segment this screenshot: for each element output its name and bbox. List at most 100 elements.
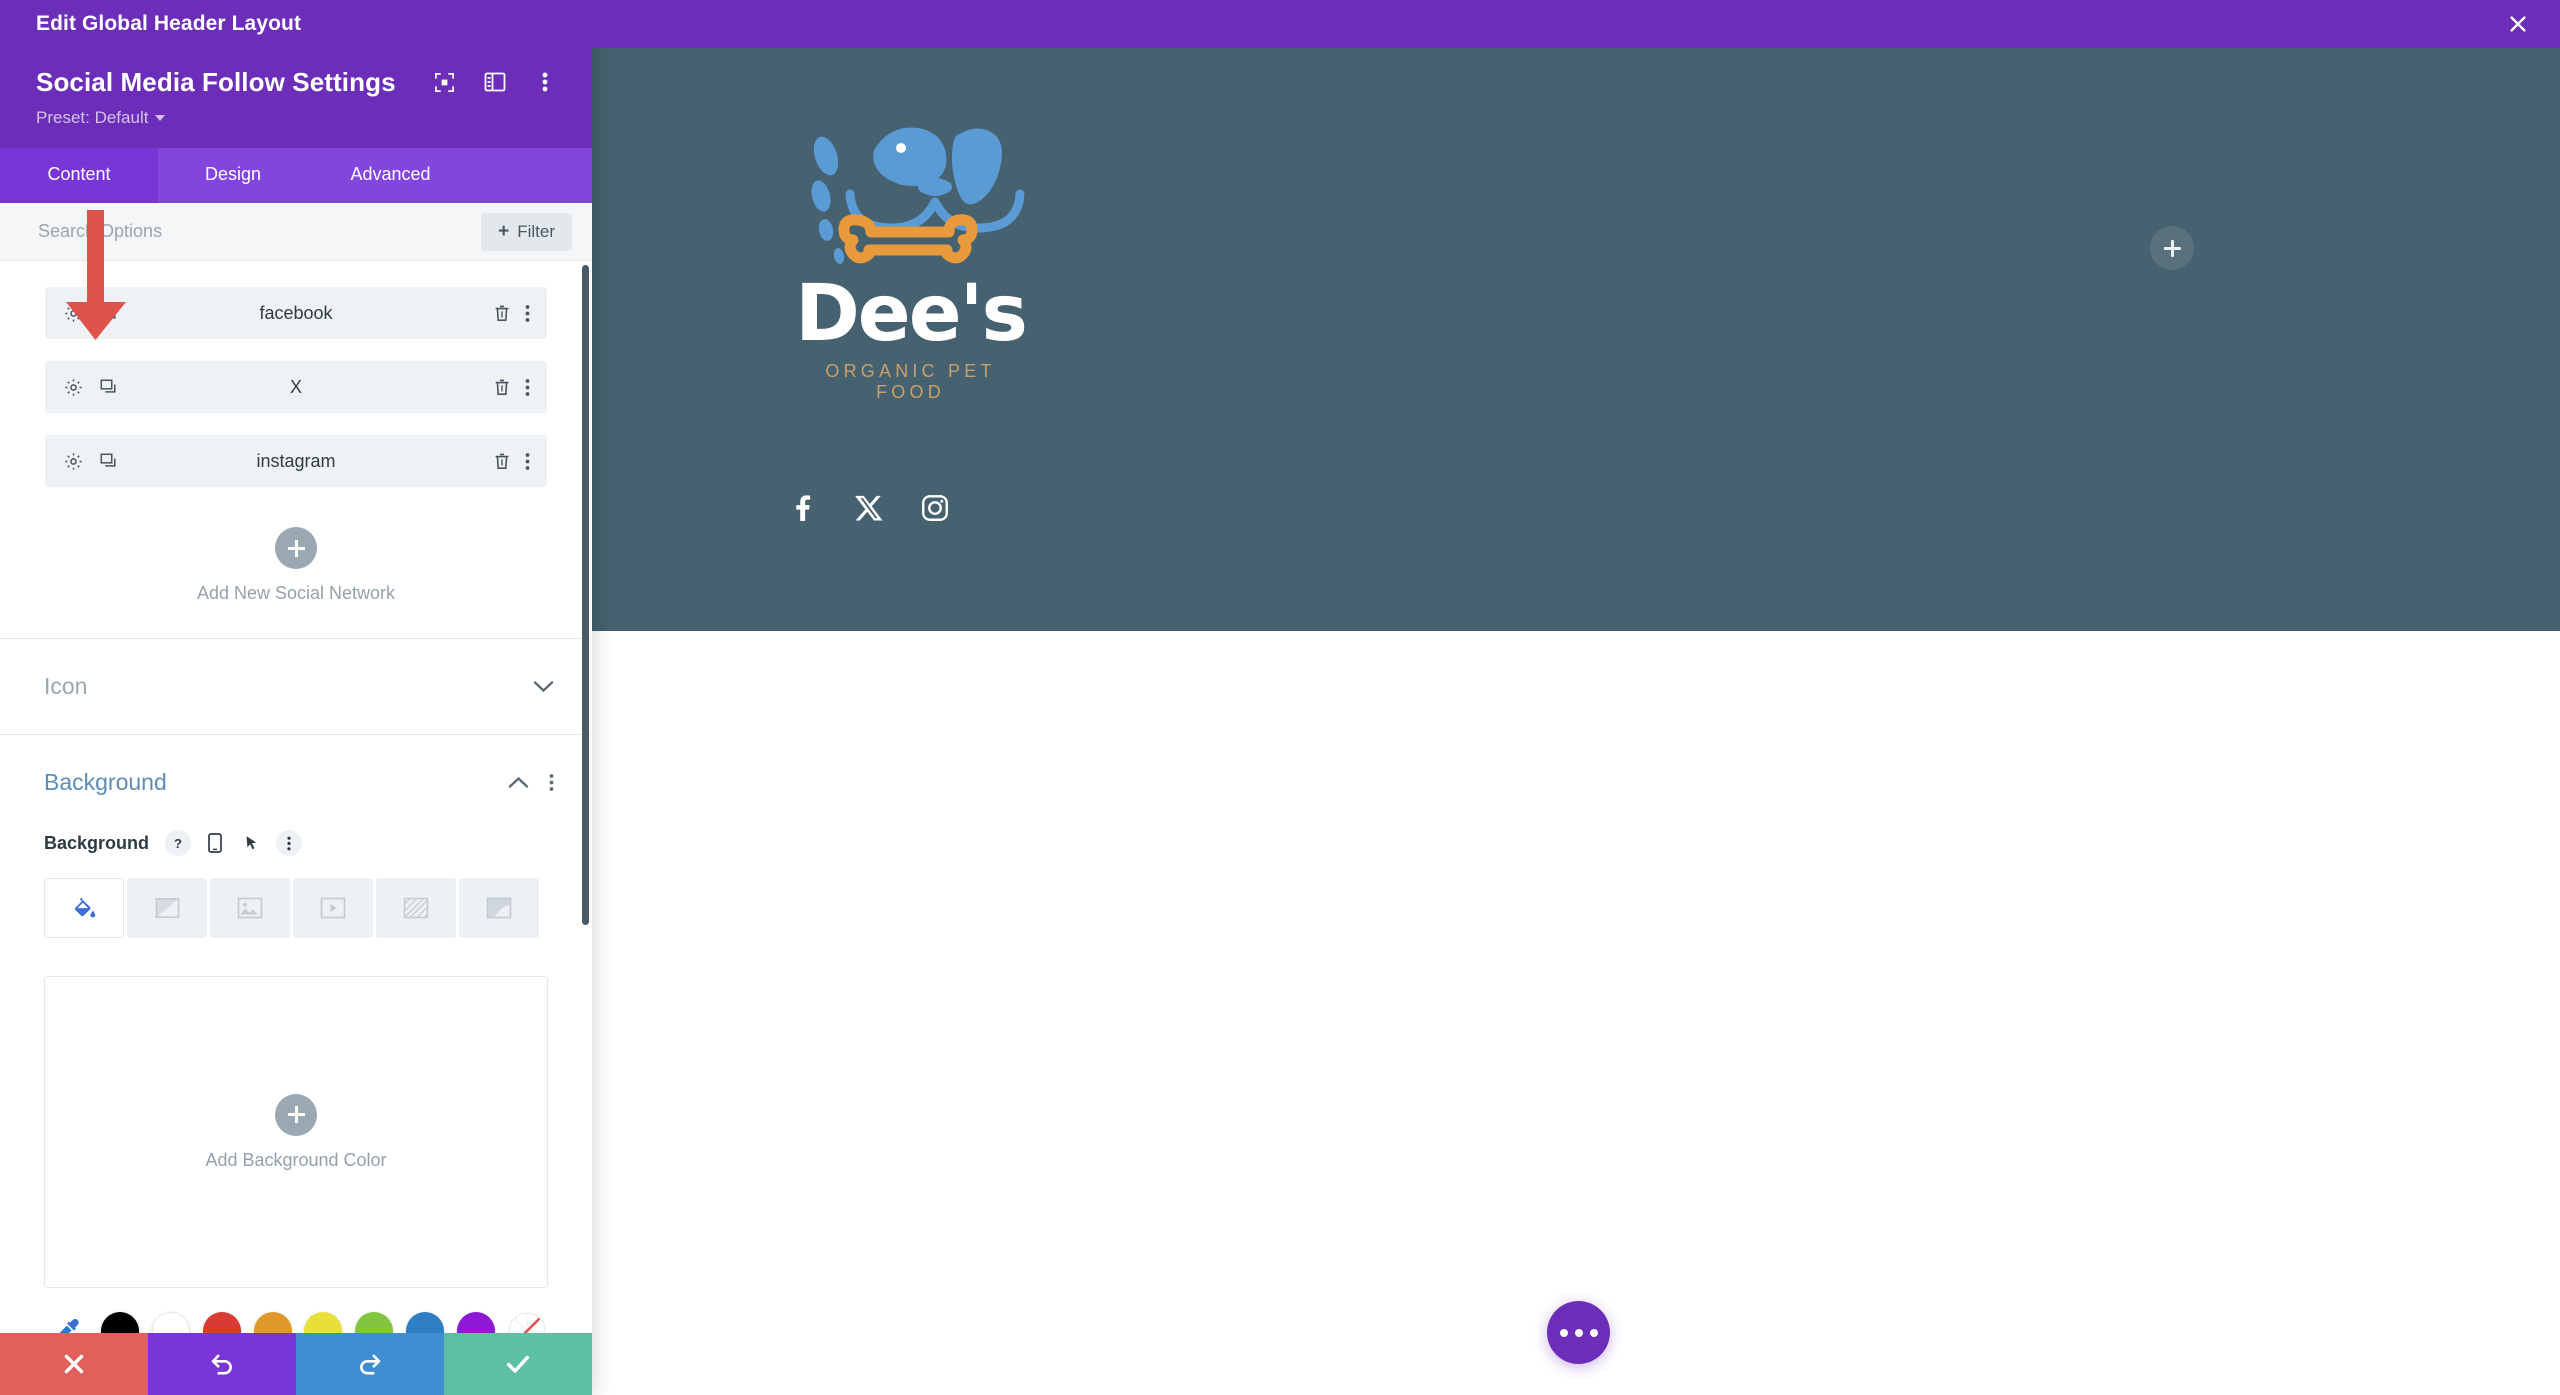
close-icon — [2510, 16, 2526, 32]
cancel-button[interactable] — [0, 1333, 148, 1395]
preset-selector[interactable]: Preset: Default — [36, 108, 166, 128]
add-background-color-box[interactable]: Add Background Color — [44, 976, 548, 1288]
site-logo: Dee's ORGANIC PET FOOD — [788, 108, 1033, 403]
panel-scrollbar[interactable] — [582, 265, 589, 925]
eyedropper-icon[interactable] — [55, 1317, 83, 1333]
section-title: Background — [44, 769, 167, 795]
hover-cursor-icon[interactable] — [239, 830, 265, 856]
page-title: Social Media Follow Settings — [36, 66, 396, 97]
kebab-menu-icon[interactable] — [525, 378, 530, 397]
background-pattern-tab[interactable] — [376, 878, 456, 938]
trash-icon[interactable] — [493, 304, 511, 323]
trash-icon[interactable] — [493, 452, 511, 471]
background-options: Background ? Add Background Color — [0, 830, 592, 1288]
save-button[interactable] — [444, 1333, 592, 1395]
global-layout-titlebar: Edit Global Header Layout — [0, 0, 592, 48]
help-icon[interactable]: ? — [165, 830, 192, 856]
swatch-green[interactable] — [355, 1312, 394, 1333]
swatch-red[interactable] — [202, 1312, 241, 1333]
duplicate-icon[interactable] — [99, 452, 118, 471]
tab-design[interactable]: Design — [158, 148, 308, 203]
section-title: Icon — [44, 673, 88, 699]
filter-button[interactable]: + Filter — [481, 212, 572, 251]
search-input[interactable] — [38, 221, 472, 242]
logo-wordmark: Dee's — [795, 269, 1028, 359]
swatch-yellow[interactable] — [304, 1312, 343, 1333]
settings-tabs: Content Design Advanced — [0, 148, 592, 203]
background-label: Background — [44, 832, 150, 853]
add-background-color-label: Add Background Color — [205, 1149, 387, 1170]
focus-mode-icon[interactable] — [420, 64, 470, 100]
background-gradient-tab[interactable] — [127, 878, 207, 938]
titlebar-title: Edit Global Header Layout — [36, 12, 302, 35]
swatch-white[interactable] — [151, 1312, 190, 1333]
social-network-row-x[interactable]: X — [45, 361, 547, 413]
swatch-purple[interactable] — [456, 1312, 495, 1333]
trash-icon[interactable] — [493, 378, 511, 397]
settings-scroll-area[interactable]: facebook X instagram Add New Social Netw… — [0, 261, 592, 1333]
add-new-social-network[interactable]: Add New Social Network — [45, 509, 547, 638]
social-network-row-facebook[interactable]: facebook — [45, 287, 547, 339]
preset-label: Preset: Default — [36, 108, 149, 127]
duplicate-icon[interactable] — [99, 304, 118, 323]
swatch-transparent[interactable] — [508, 1312, 546, 1333]
swatch-orange[interactable] — [253, 1312, 292, 1333]
background-video-tab[interactable] — [293, 878, 373, 938]
duplicate-icon[interactable] — [99, 378, 118, 397]
redo-icon — [360, 1354, 381, 1375]
undo-button[interactable] — [148, 1333, 296, 1395]
instagram-icon[interactable] — [920, 493, 950, 523]
social-network-name: X — [289, 376, 302, 397]
module-settings-panel: Edit Global Header Layout Social Media F… — [0, 0, 592, 1395]
logo-tagline: ORGANIC PET FOOD — [825, 361, 996, 403]
responsive-mobile-icon[interactable] — [202, 830, 228, 856]
background-mask-tab[interactable] — [459, 878, 539, 938]
social-network-name: facebook — [259, 302, 333, 323]
filter-label: Filter — [517, 221, 555, 241]
window-close-button[interactable] — [2490, 0, 2546, 48]
plus-icon[interactable] — [275, 527, 317, 569]
social-network-list: facebook X instagram Add New Social Netw… — [0, 261, 592, 638]
social-network-name: instagram — [256, 450, 336, 471]
kebab-menu-icon[interactable] — [549, 773, 554, 792]
panel-action-bar — [0, 1333, 592, 1395]
swatch-blue[interactable] — [405, 1312, 444, 1333]
kebab-menu-icon[interactable] — [520, 64, 570, 100]
dot — [1589, 1328, 1598, 1337]
gear-icon[interactable] — [64, 304, 83, 323]
panel-layout-icon[interactable] — [470, 64, 520, 100]
panel-header: Social Media Follow Settings Preset: Def… — [0, 48, 592, 148]
section-background[interactable]: Background — [0, 734, 592, 830]
background-color-tab[interactable] — [44, 878, 124, 938]
hero-section: Dee's ORGANIC PET FOOD — [592, 48, 2560, 631]
tab-advanced[interactable]: Advanced — [308, 148, 473, 203]
background-type-tabs — [44, 878, 548, 938]
panel-body: + Filter — [0, 203, 592, 1333]
titlebar-strip — [592, 0, 2560, 48]
section-icon[interactable]: Icon — [0, 638, 592, 734]
background-label-row: Background ? — [44, 830, 548, 856]
kebab-menu-icon[interactable] — [525, 304, 530, 323]
gear-icon[interactable] — [64, 452, 83, 471]
chevron-down-icon[interactable] — [533, 680, 554, 693]
undo-icon — [211, 1354, 232, 1375]
social-network-row-instagram[interactable]: instagram — [45, 435, 547, 487]
kebab-menu-icon[interactable] — [525, 452, 530, 471]
search-bar: + Filter — [0, 203, 592, 261]
add-column-button[interactable] — [2150, 226, 2194, 270]
dot — [1574, 1328, 1583, 1337]
redo-button[interactable] — [296, 1333, 444, 1395]
tab-content[interactable]: Content — [0, 148, 158, 203]
svg-text:?: ? — [174, 836, 182, 851]
facebook-icon[interactable] — [788, 493, 818, 523]
chevron-down-icon — [155, 115, 166, 121]
chevron-up-icon[interactable] — [508, 776, 529, 789]
plus-icon[interactable] — [275, 1093, 317, 1136]
swatch-black[interactable] — [101, 1312, 140, 1333]
builder-menu-fab[interactable] — [1547, 1301, 1610, 1364]
dog-logo-mark — [788, 108, 1033, 283]
gear-icon[interactable] — [64, 378, 83, 397]
kebab-menu-icon[interactable] — [276, 830, 303, 856]
x-icon[interactable] — [854, 493, 884, 523]
background-image-tab[interactable] — [210, 878, 290, 938]
